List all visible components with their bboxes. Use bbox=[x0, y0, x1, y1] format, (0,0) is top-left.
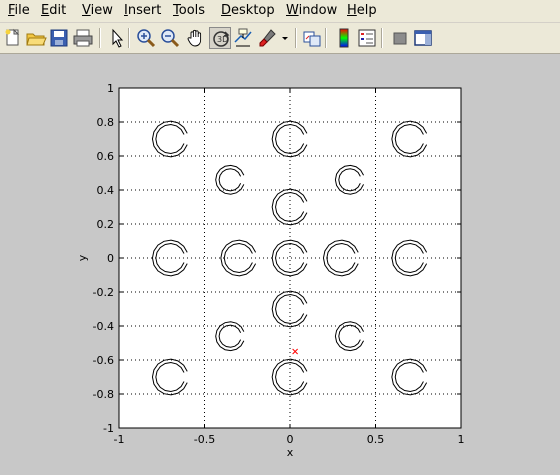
menu-desktop[interactable]: Desktop bbox=[221, 3, 275, 18]
menu-file[interactable]: File bbox=[8, 3, 30, 18]
brush-dropdown-button[interactable] bbox=[280, 27, 290, 49]
hide-plot-tools-button[interactable] bbox=[389, 27, 411, 49]
y-tick-label: 0 bbox=[107, 252, 114, 265]
save-button[interactable] bbox=[48, 27, 70, 49]
toolbar-separator bbox=[325, 28, 327, 48]
new-figure-button[interactable] bbox=[2, 27, 24, 49]
zoom-in-icon bbox=[137, 29, 156, 48]
y-tick-label: -0.8 bbox=[93, 388, 114, 401]
brush-icon bbox=[259, 29, 276, 47]
menu-label: elp bbox=[356, 3, 377, 18]
data-cursor-icon bbox=[234, 28, 252, 47]
menu-label: iew bbox=[90, 3, 113, 18]
show-plot-tools-icon bbox=[414, 30, 432, 46]
x-tick-label: -1 bbox=[114, 433, 125, 446]
menu-mnemonic: V bbox=[82, 3, 91, 18]
y-tick-label: 0.4 bbox=[97, 184, 115, 197]
menu-insert[interactable]: Insert bbox=[124, 3, 161, 18]
menu-mnemonic: E bbox=[41, 3, 50, 18]
insert-legend-icon bbox=[358, 29, 376, 47]
menu-help[interactable]: Help bbox=[347, 3, 377, 18]
print-icon bbox=[73, 29, 93, 47]
menu-tools[interactable]: Tools bbox=[173, 3, 205, 18]
menu-label: dit bbox=[49, 3, 67, 18]
open-file-button[interactable] bbox=[25, 27, 47, 49]
insert-legend-button[interactable] bbox=[356, 27, 378, 49]
rotate-3d-icon: 3D bbox=[213, 31, 230, 47]
y-tick-label: -0.2 bbox=[93, 286, 114, 299]
save-icon bbox=[50, 29, 68, 47]
menu-label: nsert bbox=[127, 3, 162, 18]
menu-mnemonic: H bbox=[347, 3, 357, 18]
pan-hand-button[interactable] bbox=[185, 27, 207, 49]
edit-plot-arrow-icon bbox=[112, 28, 124, 48]
show-plot-tools-button[interactable] bbox=[412, 27, 434, 49]
zoom-out-button[interactable] bbox=[159, 27, 181, 49]
x-tick-label: 1 bbox=[458, 433, 465, 446]
x-axis-label: x bbox=[287, 446, 294, 459]
y-tick-label: -0.6 bbox=[93, 354, 114, 367]
new-figure-icon bbox=[5, 28, 20, 46]
toolbar-separator bbox=[381, 28, 383, 48]
menu-edit[interactable]: Edit bbox=[41, 3, 66, 18]
menu-label: indow bbox=[298, 3, 338, 18]
y-tick-label: 1 bbox=[107, 82, 114, 95]
open-file-icon bbox=[26, 33, 47, 46]
data-cursor-button[interactable] bbox=[232, 27, 254, 49]
print-button[interactable] bbox=[72, 27, 94, 49]
zoom-in-button[interactable] bbox=[135, 27, 157, 49]
link-plot-icon bbox=[303, 31, 321, 47]
menu-label: ools bbox=[178, 3, 206, 18]
menu-bar: File Edit View Insert Tools Desktop Window Help bbox=[0, 0, 560, 23]
toolbar-separator bbox=[295, 28, 297, 48]
edit-plot-arrow-button[interactable] bbox=[106, 27, 128, 49]
y-tick-label: 0.2 bbox=[97, 218, 115, 231]
figure-toolbar: 3D bbox=[0, 23, 560, 54]
insert-colorbar-icon bbox=[339, 28, 349, 48]
menu-label: esktop bbox=[231, 3, 275, 18]
menu-mnemonic: D bbox=[221, 3, 232, 18]
y-axis-label: y bbox=[76, 254, 89, 261]
menu-window[interactable]: Window bbox=[286, 3, 337, 18]
link-plot-button[interactable] bbox=[301, 27, 323, 49]
pan-hand-icon bbox=[187, 29, 202, 47]
y-tick-label: 0.6 bbox=[97, 150, 115, 163]
plot-svg: -1 -0.5 0 0.5 1 -1 -0.8 -0.6 -0.4 -0.2 0 0.2 0.4 0.6 0… bbox=[76, 82, 465, 459]
brush-button[interactable] bbox=[257, 27, 279, 49]
svg-text:3D: 3D bbox=[217, 35, 228, 44]
figure-canvas: -1 -0.5 0 0.5 1 -1 -0.8 -0.6 -0.4 -0.2 0 0.2 0.4 0.6 0… bbox=[0, 54, 560, 475]
hide-plot-tools-icon bbox=[393, 32, 407, 45]
zoom-out-icon bbox=[161, 29, 180, 48]
chevron-down-icon bbox=[282, 37, 288, 40]
toolbar-separator bbox=[128, 28, 130, 48]
rotate-3d-button[interactable]: 3D bbox=[209, 27, 231, 49]
insert-colorbar-button[interactable] bbox=[333, 27, 355, 49]
toolbar-separator bbox=[99, 28, 101, 48]
menu-mnemonic: W bbox=[286, 3, 299, 18]
menu-view[interactable]: View bbox=[82, 3, 113, 18]
x-tick-label: 0.5 bbox=[367, 433, 385, 446]
y-tick-label: 0.8 bbox=[97, 116, 115, 129]
menu-label: ile bbox=[14, 3, 30, 18]
x-tick-label: -0.5 bbox=[194, 433, 215, 446]
y-tick-label: -0.4 bbox=[93, 320, 114, 333]
x-tick-label: 0 bbox=[287, 433, 294, 446]
y-tick-label: -1 bbox=[103, 422, 114, 435]
